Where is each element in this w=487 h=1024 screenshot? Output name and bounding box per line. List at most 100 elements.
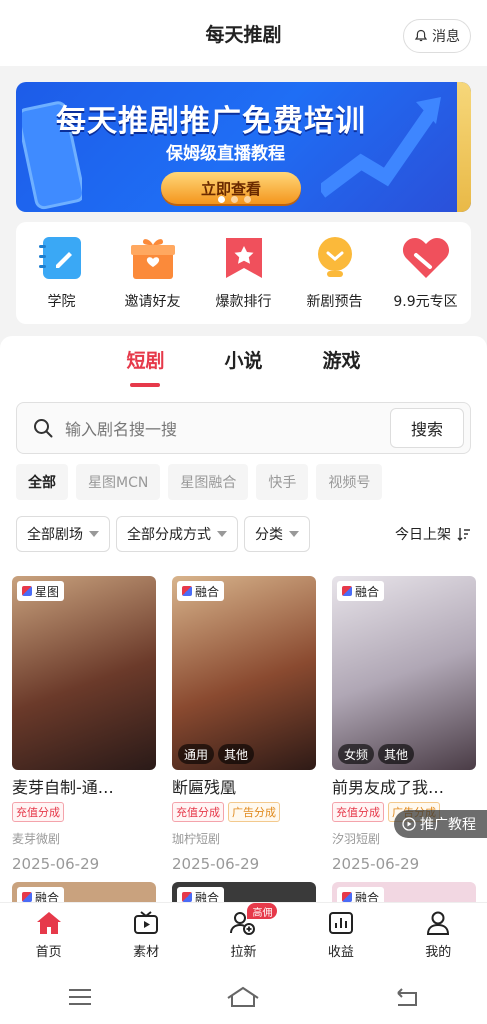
genre-tags: 女频 其他	[338, 744, 415, 764]
banner-subtitle: 保姆级直播教程	[166, 144, 285, 164]
filter-channels[interactable]: 视频号	[316, 464, 383, 500]
source-badge-label: 融合	[355, 584, 380, 599]
drama-poster: 星图	[12, 576, 156, 770]
tab-novel[interactable]: 小说	[224, 346, 262, 381]
drama-poster: 融合 女频 其他	[332, 576, 476, 770]
search-input[interactable]: 输入剧名搜一搜	[53, 416, 390, 440]
nav-label: 素材	[133, 945, 160, 960]
person-icon	[427, 911, 450, 935]
nav-profile[interactable]: 我的	[398, 903, 478, 970]
source-badge: 星图	[17, 581, 65, 601]
drama-title: 麦芽自制-通…	[12, 778, 114, 797]
drama-card[interactable]: 星图 麦芽自制-通… 充值分成 麦芽微剧 2025-06-29	[12, 576, 156, 873]
menu-icon[interactable]	[67, 987, 93, 1007]
tutorial-float-button[interactable]: 推广教程	[394, 810, 487, 838]
dropdown-row: 全部剧场 全部分成方式 分类 今日上架	[16, 516, 471, 552]
home-outline-icon[interactable]	[226, 986, 260, 1008]
filter-xingtu-mcn[interactable]: 星图MCN	[76, 464, 161, 500]
nav-materials[interactable]: 素材	[106, 903, 186, 970]
quick-link-label: 爆款排行	[215, 294, 272, 310]
source-badge-label: 星图	[35, 584, 60, 599]
high-commission-badge: 高佣	[247, 903, 278, 919]
pagination-dot	[218, 196, 225, 203]
quick-link-academy[interactable]: 学院	[17, 235, 107, 311]
app-header: 每天推剧 消息	[0, 0, 487, 66]
filter-xingtu-fusion[interactable]: 星图融合	[168, 464, 249, 500]
filter-kuaishou[interactable]: 快手	[256, 464, 309, 500]
quick-link-label: 邀请好友	[124, 294, 181, 310]
theater-dropdown[interactable]: 全部剧场	[16, 516, 110, 552]
genre-tags: 通用 其他	[178, 744, 255, 764]
nav-label: 拉新	[230, 945, 257, 960]
tab-short-drama[interactable]: 短剧	[126, 346, 164, 381]
heart-icon	[402, 238, 449, 278]
ad-revenue-tag: 广告分成	[228, 802, 280, 822]
platform-flag-icon	[342, 892, 352, 902]
drama-date: 2025-06-29	[172, 855, 260, 873]
platform-flag-icon	[22, 586, 32, 596]
platform-flag-icon	[342, 586, 352, 596]
drama-date: 2025-06-29	[12, 855, 100, 873]
nav-invite[interactable]: 高佣 拉新	[203, 903, 283, 970]
back-icon[interactable]	[394, 987, 420, 1007]
genre-tag: 女频	[338, 744, 375, 764]
nav-label: 我的	[425, 945, 452, 960]
category-dropdown[interactable]: 分类	[244, 516, 310, 552]
system-nav-bar	[0, 970, 487, 1024]
messages-label: 消息	[432, 29, 460, 45]
content-tabs: 短剧 小说 游戏	[0, 346, 487, 381]
nav-home[interactable]: 首页	[9, 903, 89, 970]
search-bar: 输入剧名搜一搜 搜索	[16, 402, 471, 454]
drama-title: 断匾残凰	[172, 778, 237, 797]
quick-link-invite[interactable]: 邀请好友	[108, 235, 198, 311]
star-bookmark-icon	[225, 238, 262, 278]
genre-tag: 其他	[378, 744, 415, 764]
notebook-icon	[38, 237, 81, 279]
tv-icon	[134, 911, 159, 934]
genre-tag: 通用	[178, 744, 215, 764]
genre-tag: 其他	[218, 744, 255, 764]
bottom-nav: 首页 素材 高佣 拉新 收益 我的	[0, 902, 487, 970]
method-dropdown-label: 全部分成方式	[127, 527, 211, 543]
lightbulb-icon	[317, 237, 352, 277]
search-button[interactable]: 搜索	[390, 408, 464, 448]
search-icon	[34, 419, 53, 438]
pagination-dot	[244, 196, 251, 203]
source-badge-label: 融合	[195, 584, 220, 599]
tutorial-float-label: 推广教程	[420, 817, 476, 833]
promo-banner[interactable]: 每天推剧推广免费培训 保姆级直播教程 立即查看	[16, 82, 471, 212]
source-badge: 融合	[337, 581, 385, 601]
drama-date: 2025-06-29	[332, 855, 420, 873]
filter-all[interactable]: 全部	[16, 464, 68, 500]
method-dropdown[interactable]: 全部分成方式	[116, 516, 238, 552]
sort-control[interactable]: 今日上架	[395, 524, 471, 544]
source-badge: 融合	[177, 581, 225, 601]
quick-link-preview[interactable]: 新剧预告	[290, 235, 380, 311]
quick-link-ranking[interactable]: 爆款排行	[199, 235, 289, 311]
quick-links: 学院 邀请好友 爆款排行 新剧预告 9.9元专区	[16, 222, 471, 324]
nav-label: 收益	[327, 945, 354, 960]
page-title: 每天推剧	[205, 23, 282, 46]
platform-flag-icon	[182, 586, 192, 596]
chevron-down-icon	[89, 531, 99, 537]
tab-game[interactable]: 游戏	[323, 346, 361, 381]
play-icon	[402, 817, 416, 831]
sort-icon	[457, 528, 470, 541]
drama-card[interactable]: 融合 通用 其他 断匾残凰 充值分成 广告分成 珈柠短剧 2025-06-29	[172, 576, 316, 873]
category-dropdown-label: 分类	[255, 527, 283, 543]
sort-label: 今日上架	[395, 527, 451, 543]
banner-pagination	[218, 196, 251, 203]
revenue-tag: 充值分成	[332, 802, 384, 822]
bar-chart-icon	[328, 912, 353, 934]
platform-flag-icon	[22, 892, 32, 902]
quick-link-label: 学院	[47, 294, 76, 310]
quick-link-label: 9.9元专区	[393, 294, 458, 310]
revenue-tag: 充值分成	[12, 802, 64, 822]
messages-button[interactable]: 消息	[403, 19, 471, 53]
chevron-down-icon	[217, 531, 227, 537]
drama-title: 前男友成了我…	[332, 778, 445, 797]
nav-earnings[interactable]: 收益	[301, 903, 381, 970]
revenue-tags: 充值分成广告分成	[172, 802, 316, 822]
source-filters: 全部 星图MCN 星图融合 快手 视频号	[16, 464, 383, 500]
quick-link-99-zone[interactable]: 9.9元专区	[381, 235, 471, 311]
